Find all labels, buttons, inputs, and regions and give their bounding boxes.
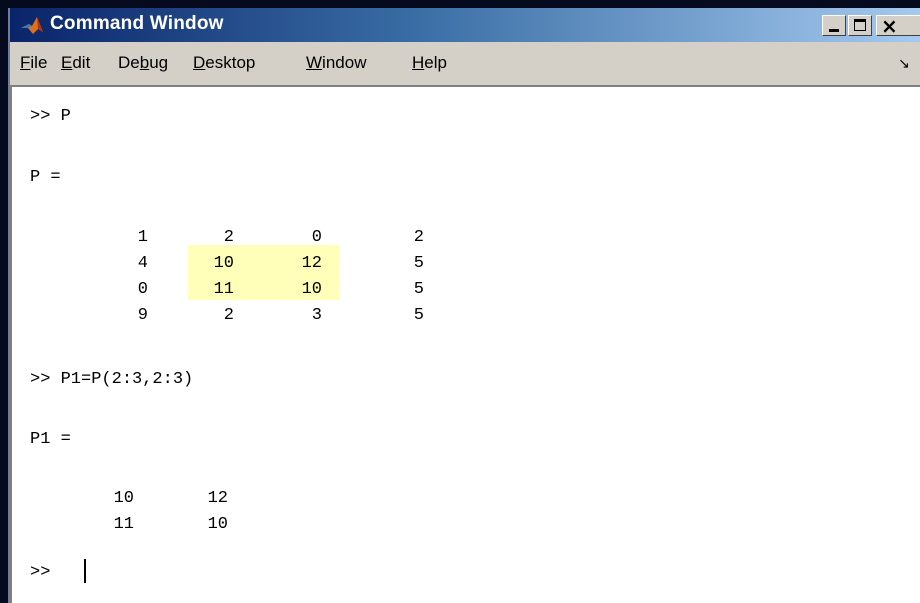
menu-window[interactable]: Window [306, 53, 366, 73]
matrix-cell: 10 [301, 280, 322, 299]
minimize-icon [829, 29, 839, 32]
matrix-cell: 0 [137, 280, 148, 299]
matrix-cell: 0 [311, 228, 322, 247]
matrix-cell: 5 [413, 254, 424, 273]
matrix-cell: 2 [413, 228, 424, 247]
variable-header: P = [30, 168, 61, 187]
menu-bar: File Edit Debug Desktop Window Help ↘ [10, 42, 920, 80]
window-title: Command Window [50, 13, 224, 34]
matrix-cell: 1 [137, 228, 148, 247]
close-button[interactable]: × [876, 14, 920, 38]
menu-help[interactable]: Help [412, 53, 447, 73]
matrix-cell: 2 [223, 228, 234, 247]
command-line: >> P [30, 107, 71, 126]
menu-desktop[interactable]: Desktop [193, 53, 255, 73]
close-icon: × [881, 14, 898, 38]
maximize-icon [854, 19, 866, 31]
command-window: Command Window × File Edit Debug Desktop… [8, 8, 920, 603]
matrix-cell: 9 [137, 306, 148, 325]
command-line: >> P1=P(2:3,2:3) [30, 370, 194, 389]
matrix-cell: 11 [113, 515, 134, 534]
menu-file[interactable]: File [20, 53, 47, 73]
matrix-cell: 4 [137, 254, 148, 273]
matrix-cell: 5 [413, 306, 424, 325]
text-cursor [84, 559, 86, 583]
maximize-button[interactable] [848, 15, 872, 36]
variable-header: P1 = [30, 430, 71, 449]
matrix-cell: 10 [113, 489, 134, 508]
matrix-cell: 10 [213, 254, 234, 273]
matrix-cell: 12 [207, 489, 228, 508]
title-bar[interactable]: Command Window × [10, 8, 920, 42]
matrix-cell: 5 [413, 280, 424, 299]
matrix-cell: 12 [301, 254, 322, 273]
command-prompt: >> [30, 563, 51, 582]
command-console[interactable]: >> P P = 1 2 0 2 4 10 12 5 0 11 10 5 9 2… [10, 85, 920, 603]
matlab-logo-icon [21, 17, 43, 34]
matrix-cell: 3 [311, 306, 322, 325]
matrix-cell: 2 [223, 306, 234, 325]
menu-edit[interactable]: Edit [61, 53, 90, 73]
undock-arrow-icon[interactable]: ↘ [898, 56, 910, 72]
minimize-button[interactable] [822, 15, 846, 36]
matrix-cell: 11 [213, 280, 234, 299]
matrix-cell: 10 [207, 515, 228, 534]
menu-debug[interactable]: Debug [118, 53, 168, 73]
